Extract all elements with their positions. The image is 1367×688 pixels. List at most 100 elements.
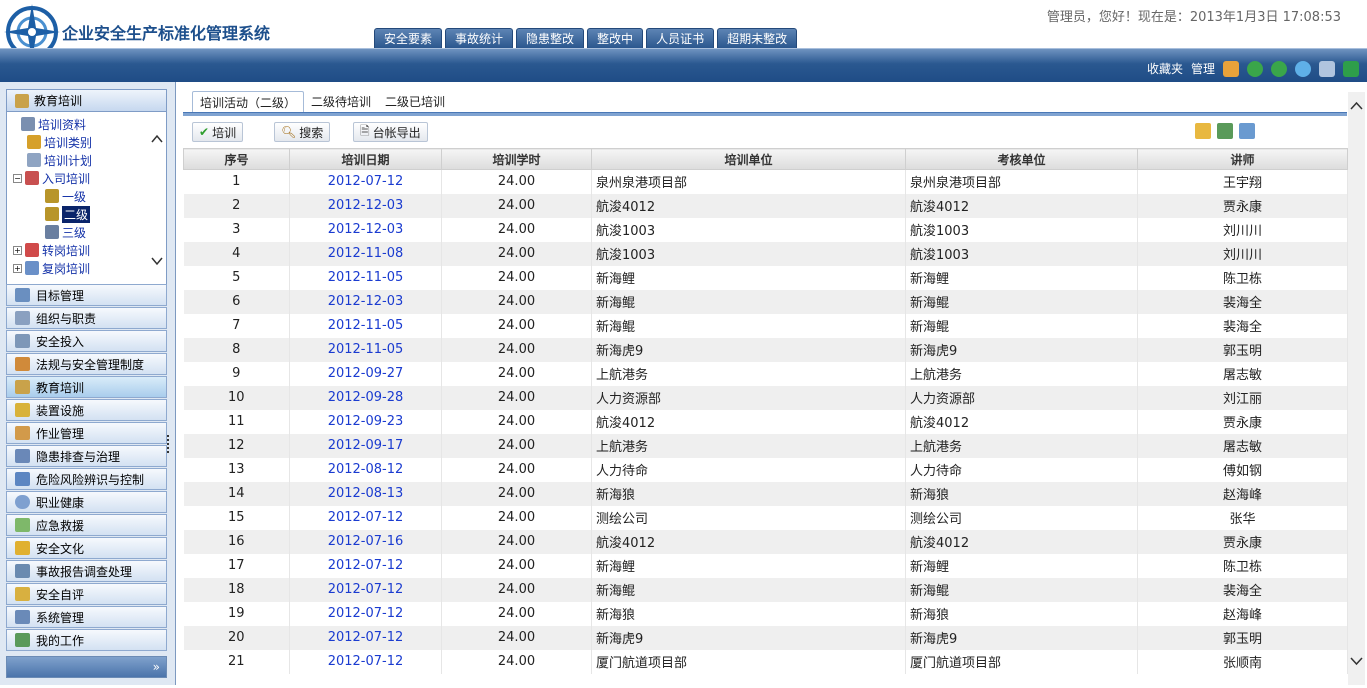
cell-date[interactable]: 2012-07-16: [289, 529, 442, 554]
table-row[interactable]: 2 2012-12-03 24.00 航浚4012 航浚4012 贾永康: [183, 193, 1348, 218]
table-row[interactable]: 15 2012-07-12 24.00 测绘公司 测绘公司 张华: [183, 505, 1348, 530]
table-row[interactable]: 12 2012-09-17 24.00 上航港务 上航港务 屠志敏: [183, 433, 1348, 458]
export-button[interactable]: 🗎 台帐导出: [353, 122, 428, 142]
cell-date[interactable]: 2012-11-05: [289, 313, 442, 338]
cell-date[interactable]: 2012-09-23: [289, 409, 442, 434]
menu-item-target[interactable]: 目标管理: [6, 284, 167, 306]
menu-item-culture[interactable]: 安全文化: [6, 537, 167, 559]
table-row[interactable]: 16 2012-07-16 24.00 航浚4012 航浚4012 贾永康: [183, 529, 1348, 554]
main-tab-hazard-rectify[interactable]: 隐患整改: [516, 28, 585, 48]
search-button[interactable]: 🔍︎ 搜索: [274, 122, 331, 142]
tree-scrollbar[interactable]: [150, 130, 164, 270]
cell-date[interactable]: 2012-07-12: [289, 649, 442, 674]
tree-item-level2[interactable]: 二级: [45, 205, 91, 223]
table-row[interactable]: 7 2012-11-05 24.00 新海鲲 新海鲲 裴海全: [183, 313, 1348, 338]
menu-item-evaluate[interactable]: 安全自评: [6, 583, 167, 605]
table-row[interactable]: 10 2012-09-28 24.00 人力资源部 人力资源部 刘江丽: [183, 385, 1348, 410]
main-tab-certificates[interactable]: 人员证书: [646, 28, 715, 48]
table-row[interactable]: 19 2012-07-12 24.00 新海狼 新海狼 赵海峰: [183, 601, 1348, 626]
menu-item-risk[interactable]: 危险风险辨识与控制: [6, 468, 167, 490]
menu-item-hazard[interactable]: 隐患排查与治理: [6, 445, 167, 467]
excel-icon[interactable]: [1217, 123, 1233, 139]
image-icon[interactable]: [1239, 123, 1255, 139]
back-icon[interactable]: [1247, 60, 1263, 77]
menu-item-education[interactable]: 教育培训: [6, 376, 167, 398]
menu-item-system[interactable]: 系统管理: [6, 606, 167, 628]
main-tab-accident-stats[interactable]: 事故统计: [445, 28, 514, 48]
cell-date[interactable]: 2012-09-17: [289, 433, 442, 458]
table-row[interactable]: 14 2012-08-13 24.00 新海狼 新海狼 赵海峰: [183, 481, 1348, 506]
table-row[interactable]: 21 2012-07-12 24.00 厦门航道项目部 厦门航道项目部 张顺南: [183, 649, 1348, 674]
tree-item-materials[interactable]: 培训资料: [21, 115, 86, 133]
sidebar-splitter[interactable]: [167, 435, 171, 453]
cell-date[interactable]: 2012-09-27: [289, 361, 442, 386]
tree-item-categories[interactable]: 培训类别: [27, 133, 92, 151]
main-tab-rectifying[interactable]: 整改中: [587, 28, 644, 48]
table-row[interactable]: 6 2012-12-03 24.00 新海鲲 新海鲲 裴海全: [183, 289, 1348, 314]
collapse-icon[interactable]: −: [13, 173, 22, 183]
cell-date[interactable]: 2012-07-12: [289, 169, 442, 194]
tree-item-level1[interactable]: 一级: [45, 187, 86, 205]
tree-item-plan[interactable]: 培训计划: [27, 151, 92, 169]
cell-date[interactable]: 2012-08-12: [289, 457, 442, 482]
menu-item-report[interactable]: 事故报告调查处理: [6, 560, 167, 582]
refresh-icon[interactable]: [1295, 60, 1311, 77]
menu-item-org[interactable]: 组织与职责: [6, 307, 167, 329]
main-tab-safety-elements[interactable]: 安全要素: [374, 28, 443, 48]
col-unit[interactable]: 培训单位: [591, 148, 906, 170]
cell-date[interactable]: 2012-12-03: [289, 289, 442, 314]
cell-date[interactable]: 2012-07-12: [289, 505, 442, 530]
col-lecturer[interactable]: 讲师: [1137, 148, 1348, 170]
expand-icon[interactable]: +: [13, 245, 22, 255]
expand-icon[interactable]: +: [13, 263, 22, 273]
col-date[interactable]: 培训日期: [289, 148, 442, 170]
table-row[interactable]: 11 2012-09-23 24.00 航浚4012 航浚4012 贾永康: [183, 409, 1348, 434]
settings-icon[interactable]: [1319, 60, 1335, 77]
folder-add-icon[interactable]: [1195, 123, 1211, 139]
cell-date[interactable]: 2012-11-05: [289, 265, 442, 290]
menu-item-law[interactable]: 法规与安全管理制度: [6, 353, 167, 375]
table-row[interactable]: 1 2012-07-12 24.00 泉州泉港项目部 泉州泉港项目部 王宇翔: [183, 169, 1348, 194]
forward-icon[interactable]: [1271, 60, 1287, 77]
tab-training-level2[interactable]: 培训活动（二级）: [192, 91, 305, 113]
home-icon[interactable]: [1223, 60, 1239, 77]
logout-icon[interactable]: [1343, 60, 1359, 77]
cell-date[interactable]: 2012-07-12: [289, 601, 442, 626]
table-row[interactable]: 13 2012-08-12 24.00 人力待命 人力待命 傅如钢: [183, 457, 1348, 482]
main-tab-overdue[interactable]: 超期未整改: [717, 28, 798, 48]
table-row[interactable]: 9 2012-09-27 24.00 上航港务 上航港务 屠志敏: [183, 361, 1348, 386]
table-row[interactable]: 8 2012-11-05 24.00 新海虎9 新海虎9 郭玉明: [183, 337, 1348, 362]
table-row[interactable]: 20 2012-07-12 24.00 新海虎9 新海虎9 郭玉明: [183, 625, 1348, 650]
menu-item-work[interactable]: 作业管理: [6, 422, 167, 444]
col-index[interactable]: 序号: [183, 148, 290, 170]
manage-link[interactable]: 管理: [1191, 60, 1215, 77]
cell-date[interactable]: 2012-12-03: [289, 193, 442, 218]
cell-date[interactable]: 2012-09-28: [289, 385, 442, 410]
table-row[interactable]: 5 2012-11-05 24.00 新海鲤 新海鲤 陈卫栋: [183, 265, 1348, 290]
menu-item-rescue[interactable]: 应急救援: [6, 514, 167, 536]
page-scrollbar[interactable]: [1348, 92, 1365, 685]
table-row[interactable]: 4 2012-11-08 24.00 航浚1003 航浚1003 刘川川: [183, 241, 1348, 266]
double-chevron-icon[interactable]: »: [153, 660, 160, 674]
tab-level2-done[interactable]: 二级已培训: [378, 91, 452, 113]
cell-date[interactable]: 2012-07-12: [289, 625, 442, 650]
cell-date[interactable]: 2012-11-08: [289, 241, 442, 266]
tree-item-transfer[interactable]: + 转岗培训: [13, 241, 90, 259]
menu-item-equipment[interactable]: 装置设施: [6, 399, 167, 421]
table-row[interactable]: 18 2012-07-12 24.00 新海鲲 新海鲲 裴海全: [183, 577, 1348, 602]
col-hours[interactable]: 培训学时: [441, 148, 592, 170]
menu-item-health[interactable]: 职业健康: [6, 491, 167, 513]
tree-item-return[interactable]: + 复岗培训: [13, 259, 90, 277]
tab-level2-pending[interactable]: 二级待培训: [304, 91, 378, 113]
cell-date[interactable]: 2012-07-12: [289, 577, 442, 602]
menu-item-mywork[interactable]: 我的工作: [6, 629, 167, 651]
tree-item-onboarding[interactable]: − 入司培训: [13, 169, 90, 187]
tree-item-level3[interactable]: 三级: [45, 223, 86, 241]
col-assessor[interactable]: 考核单位: [905, 148, 1138, 170]
favorites-link[interactable]: 收藏夹: [1147, 60, 1183, 77]
table-row[interactable]: 17 2012-07-12 24.00 新海鲤 新海鲤 陈卫栋: [183, 553, 1348, 578]
cell-date[interactable]: 2012-07-12: [289, 553, 442, 578]
cell-date[interactable]: 2012-12-03: [289, 217, 442, 242]
menu-item-invest[interactable]: 安全投入: [6, 330, 167, 352]
cell-date[interactable]: 2012-08-13: [289, 481, 442, 506]
